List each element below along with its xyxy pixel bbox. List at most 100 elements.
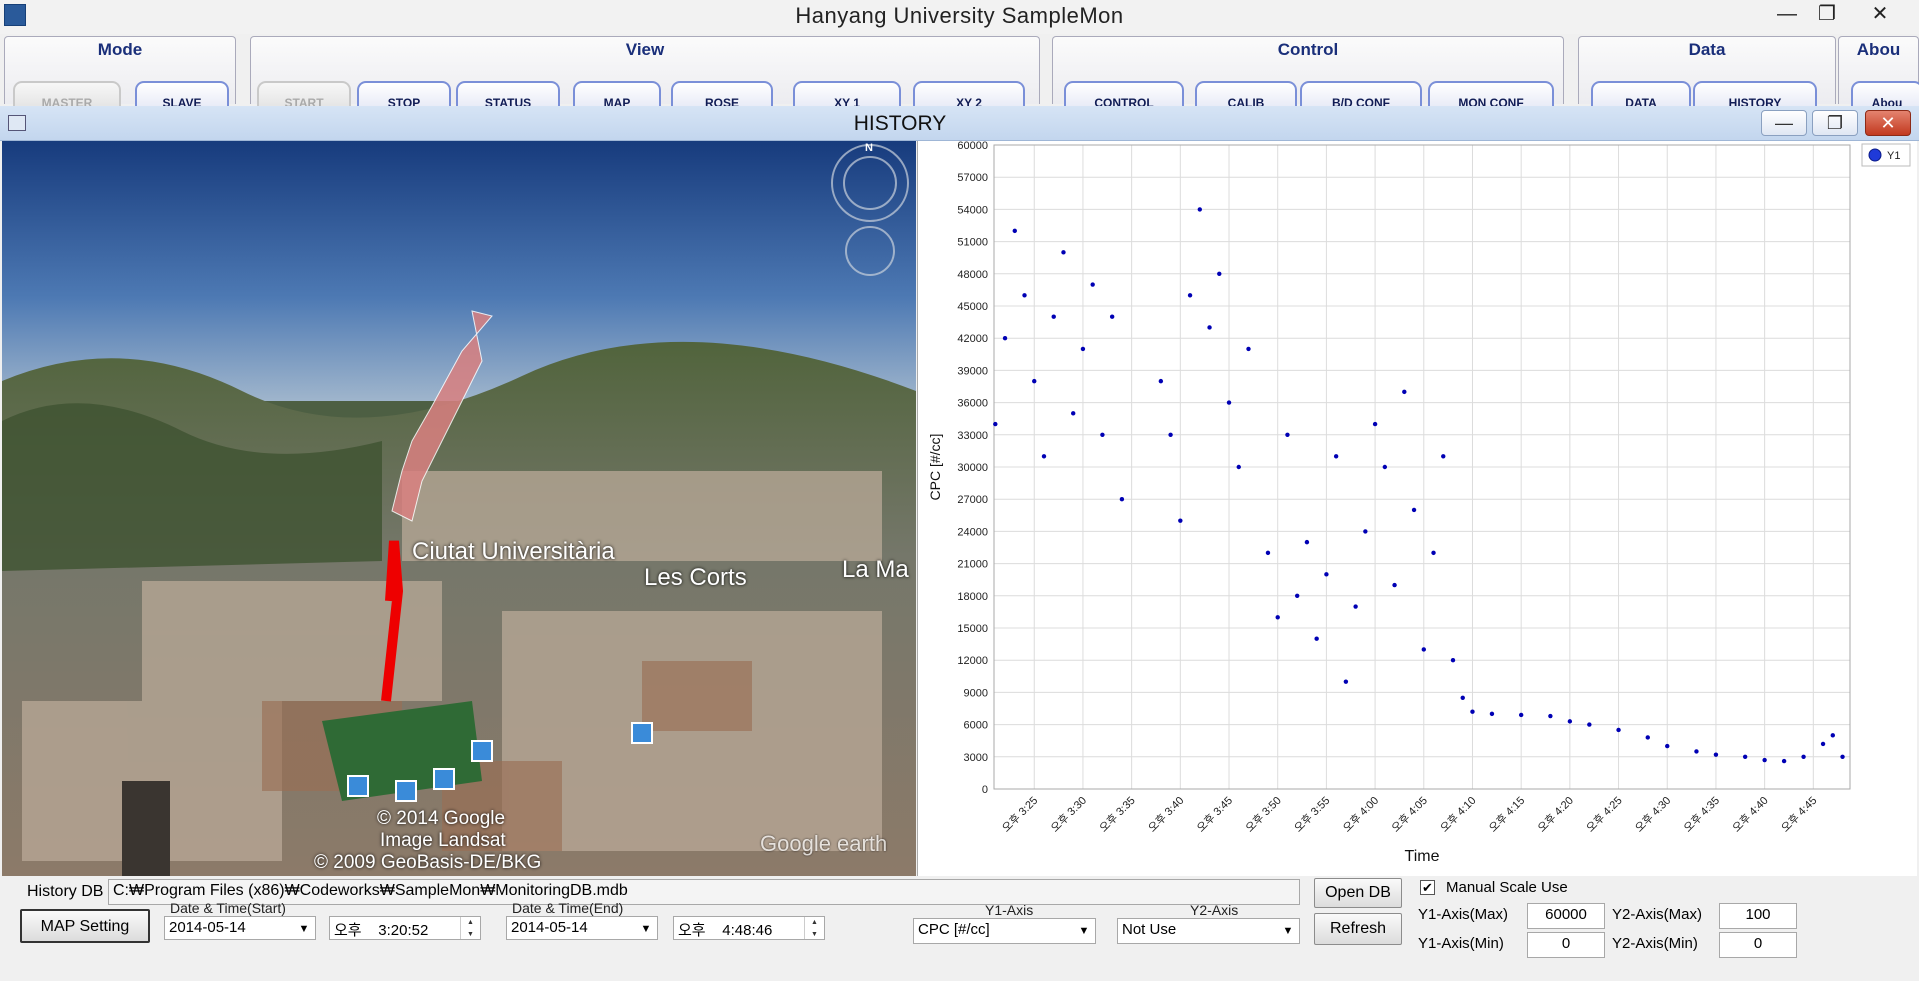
x-tick-label: 오후 4:00 xyxy=(1340,794,1381,835)
data-point xyxy=(1353,604,1358,609)
open-db-button[interactable]: Open DB xyxy=(1314,878,1402,908)
data-point xyxy=(1421,647,1426,652)
xy1-button[interactable]: XY 1 xyxy=(793,81,901,109)
mon-conf-button[interactable]: MON CONF xyxy=(1428,81,1554,109)
map-button[interactable]: MAP xyxy=(573,81,661,109)
end-time-spinner[interactable]: ▲ ▼ xyxy=(804,917,824,939)
y2-min-label: Y2-Axis(Min) xyxy=(1612,935,1698,952)
y2-max-input[interactable]: 100 xyxy=(1719,903,1797,929)
x-tick-label: 오후 4:30 xyxy=(1633,794,1674,835)
x-tick-label: 오후 4:35 xyxy=(1681,794,1722,835)
data-point xyxy=(1363,529,1368,534)
chevron-down-icon[interactable]: ▼ xyxy=(293,917,315,939)
chevron-down-icon[interactable]: ▼ xyxy=(635,917,657,939)
history-window-titlebar: HISTORY — ❐ ✕ xyxy=(0,106,1919,141)
data-point xyxy=(1742,754,1748,759)
history-db-path-field[interactable]: C:₩Program Files (x86)₩Codeworks₩SampleM… xyxy=(108,879,1300,905)
data-point xyxy=(1587,722,1592,727)
x-tick-label: 오후 3:30 xyxy=(1048,794,1089,835)
y2-min-input[interactable]: 0 xyxy=(1719,932,1797,958)
stop-button[interactable]: STOP xyxy=(357,81,451,109)
data-point xyxy=(1285,432,1290,437)
y1-max-input[interactable]: 60000 xyxy=(1527,903,1605,929)
end-datetime-label: Date & Time(End) xyxy=(512,900,624,916)
y1-axis-select[interactable]: CPC [#/cc] ▼ xyxy=(913,918,1096,944)
data-point xyxy=(1840,754,1845,759)
chevron-down-icon[interactable]: ▼ xyxy=(1277,919,1299,943)
child-minimize-icon[interactable]: — xyxy=(1761,110,1807,136)
master-button[interactable]: MASTER xyxy=(13,81,121,109)
y-tick-label: 27000 xyxy=(957,494,988,506)
chart-canvas: 0 3000 6000 9000 12000 15000 18000 21000 24000 27… xyxy=(927,140,1911,865)
data-point xyxy=(1275,615,1280,620)
map-setting-button[interactable]: MAP Setting xyxy=(20,909,150,943)
control-button[interactable]: CONTROL xyxy=(1064,81,1184,109)
data-point xyxy=(1207,325,1212,330)
history-controls: History DB C:₩Program Files (x86)₩Codewo… xyxy=(0,876,1919,981)
data-point xyxy=(1567,719,1573,724)
x-tick-label: 오후 4:15 xyxy=(1486,794,1527,835)
y2-axis-select[interactable]: Not Use ▼ xyxy=(1117,918,1300,944)
y-axis-title: CPC [#/cc] xyxy=(927,434,943,501)
data-point xyxy=(1100,432,1105,437)
map-view[interactable]: N Ciutat Universitària Les Corts La Ma ©… xyxy=(2,141,916,876)
y-tick-label: 3000 xyxy=(964,752,988,764)
data-point xyxy=(1012,228,1017,234)
start-time-spinner[interactable]: ▲ ▼ xyxy=(460,917,480,939)
x-tick-label: 오후 3:50 xyxy=(1243,794,1284,835)
end-time-picker[interactable]: 오후 4:48:46 ▲ ▼ xyxy=(673,916,825,940)
legend-marker xyxy=(1868,148,1882,162)
manual-scale-checkbox[interactable]: ✔ xyxy=(1420,880,1435,895)
map-label-les-corts: Les Corts xyxy=(644,564,747,591)
history-button[interactable]: HISTORY xyxy=(1693,81,1817,109)
about-button[interactable]: Abou xyxy=(1851,81,1919,109)
compass-north: N xyxy=(865,142,873,154)
start-date-value: 2014-05-14 xyxy=(169,919,246,936)
start-time-picker[interactable]: 오후 3:20:52 ▲ ▼ xyxy=(329,916,481,940)
slave-button[interactable]: SLAVE xyxy=(135,81,229,109)
group-title: Data xyxy=(1688,40,1726,59)
start-date-picker[interactable]: 2014-05-14 ▼ xyxy=(164,916,316,940)
y-tick-label: 45000 xyxy=(957,301,988,313)
child-restore-icon[interactable]: ❐ xyxy=(1812,110,1858,136)
data-point xyxy=(1217,271,1222,276)
refresh-button[interactable]: Refresh xyxy=(1314,913,1402,945)
data-point xyxy=(1226,400,1232,405)
data-point xyxy=(1119,497,1125,502)
data-button[interactable]: DATA xyxy=(1591,81,1691,109)
data-point xyxy=(1372,421,1378,427)
xy2-button[interactable]: XY 2 xyxy=(913,81,1025,109)
x-tick-label: 오후 4:10 xyxy=(1438,794,1479,835)
map-copyright-landsat: Image Landsat xyxy=(380,830,506,851)
history-chart[interactable]: 0 3000 6000 9000 12000 15000 18000 21000 24000 27… xyxy=(917,140,1917,876)
y2-axis-value: Not Use xyxy=(1122,921,1177,938)
chevron-down-icon[interactable]: ▼ xyxy=(1073,919,1095,943)
data-point xyxy=(1762,757,1767,763)
y-tick-label: 51000 xyxy=(957,237,988,249)
y1-min-input[interactable]: 0 xyxy=(1527,932,1605,958)
y-tick-label: 24000 xyxy=(957,526,988,538)
child-close-icon[interactable]: ✕ xyxy=(1865,110,1911,136)
start-button[interactable]: START xyxy=(257,81,351,109)
y-tick-label: 54000 xyxy=(957,204,988,216)
maximize-icon[interactable]: ❐ xyxy=(1805,0,1849,30)
data-point xyxy=(1051,314,1056,319)
group-control: Control CONTROL CALIB B/D CONF MON CONF xyxy=(1052,36,1564,109)
data-point xyxy=(1548,713,1553,719)
data-point xyxy=(1061,250,1066,255)
calib-button[interactable]: CALIB xyxy=(1195,81,1297,109)
map-label-ciutat: Ciutat Universitària xyxy=(412,538,615,565)
minimize-icon[interactable]: — xyxy=(1765,0,1809,30)
end-date-picker[interactable]: 2014-05-14 ▼ xyxy=(506,916,658,940)
data-point xyxy=(1830,733,1835,738)
rose-button[interactable]: ROSE xyxy=(671,81,773,109)
y-tick-label: 15000 xyxy=(957,623,988,635)
bd-conf-button[interactable]: B/D CONF xyxy=(1300,81,1422,109)
app-title: Hanyang University SampleMon xyxy=(795,3,1124,28)
close-icon[interactable]: ✕ xyxy=(1858,0,1902,30)
data-point xyxy=(1265,550,1271,556)
x-tick-label: 오후 4:40 xyxy=(1730,794,1771,835)
status-button[interactable]: STATUS xyxy=(456,81,560,109)
data-point xyxy=(1304,539,1310,545)
y-tick-label: 39000 xyxy=(957,365,988,377)
